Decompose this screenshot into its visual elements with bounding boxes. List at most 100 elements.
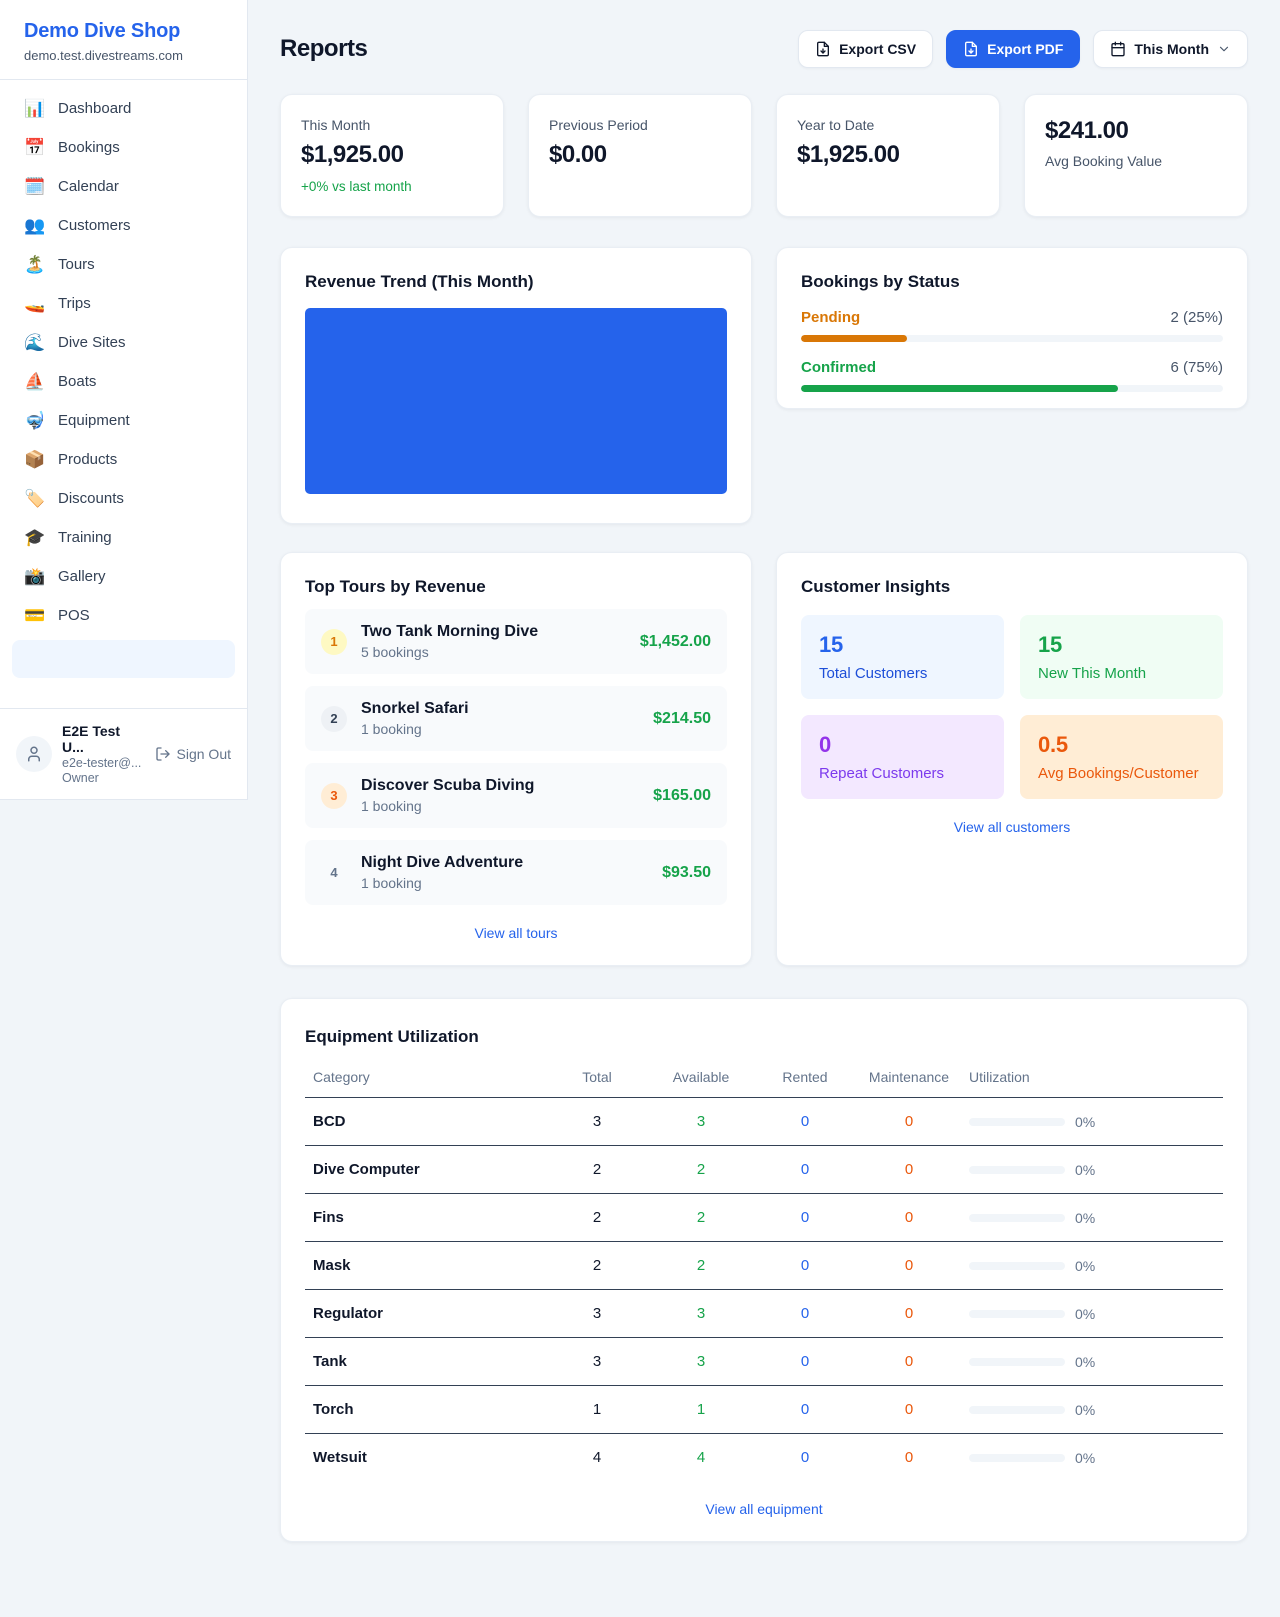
cell-maintenance: 0: [857, 1194, 961, 1242]
view-all-equipment-link[interactable]: View all equipment: [305, 1501, 1223, 1517]
cell-rented: 0: [753, 1242, 857, 1290]
tour-row: 2 Snorkel Safari1 booking $214.50: [305, 686, 727, 751]
sidebar-item-equipment[interactable]: 🤿Equipment: [12, 402, 235, 439]
sidebar-item-calendar[interactable]: 🗓️Calendar: [12, 168, 235, 205]
rank-badge: 1: [321, 629, 347, 655]
tile-avg-bookings-customer: 0.5 Avg Bookings/Customer: [1020, 715, 1223, 799]
status-label: Confirmed: [801, 359, 876, 376]
card-title: Customer Insights: [801, 577, 1223, 597]
sidebar-item-bookings[interactable]: 📅Bookings: [12, 129, 235, 166]
cell-maintenance: 0: [857, 1386, 961, 1434]
cell-maintenance: 0: [857, 1338, 961, 1386]
sidebar-item-label: Boats: [58, 373, 96, 390]
sidebar-nav: 📊Dashboard 📅Bookings 🗓️Calendar 👥Custome…: [0, 80, 247, 708]
sidebar-item-tours[interactable]: 🏝️Tours: [12, 246, 235, 283]
stats-row: This Month $1,925.00 +0% vs last month P…: [280, 94, 1248, 217]
rank-badge: 3: [321, 783, 347, 809]
cell-available: 2: [649, 1146, 753, 1194]
cell-available: 2: [649, 1242, 753, 1290]
sidebar-item-label: Tours: [58, 256, 95, 273]
revenue-trend-card: Revenue Trend (This Month): [280, 247, 752, 524]
diving-mask-icon: 🤿: [24, 412, 46, 429]
sidebar-item-pos[interactable]: 💳POS: [12, 597, 235, 634]
table-row: Wetsuit 4 4 0 0 0%: [305, 1434, 1223, 1482]
sidebar-item-discounts[interactable]: 🏷️Discounts: [12, 480, 235, 517]
stat-value: $1,925.00: [797, 141, 979, 169]
bar-chart-icon: 📊: [24, 100, 46, 117]
export-csv-button[interactable]: Export CSV: [798, 30, 933, 68]
sidebar-item-trips[interactable]: 🚤Trips: [12, 285, 235, 322]
sidebar-item-boats[interactable]: ⛵Boats: [12, 363, 235, 400]
file-download-icon: [815, 41, 831, 57]
status-row-confirmed: Confirmed 6 (75%): [801, 359, 1223, 392]
cell-rented: 0: [753, 1146, 857, 1194]
main-content: Reports Export CSV Export PDF This Month…: [248, 0, 1280, 1617]
stat-card-year-to-date: Year to Date $1,925.00: [776, 94, 1000, 217]
view-all-customers-link[interactable]: View all customers: [801, 819, 1223, 835]
table-row: Regulator 3 3 0 0 0%: [305, 1290, 1223, 1338]
cell-category: Tank: [305, 1338, 545, 1386]
cell-available: 3: [649, 1338, 753, 1386]
stat-value: $241.00: [1045, 117, 1227, 145]
utilization-bar: [969, 1118, 1065, 1126]
tour-bookings: 1 booking: [361, 875, 648, 891]
utilization-bar: [969, 1166, 1065, 1174]
tile-repeat-customers: 0 Repeat Customers: [801, 715, 1004, 799]
user-footer: E2E Test U... e2e-tester@... Owner Sign …: [0, 708, 247, 799]
tile-label: New This Month: [1038, 665, 1205, 682]
wave-icon: 🌊: [24, 334, 46, 351]
cell-category: Fins: [305, 1194, 545, 1242]
cell-total: 2: [545, 1194, 649, 1242]
utilization-bar: [969, 1310, 1065, 1318]
tile-label: Avg Bookings/Customer: [1038, 765, 1205, 782]
cell-maintenance: 0: [857, 1098, 961, 1146]
sidebar-item-active-partial[interactable]: [12, 640, 235, 678]
cell-total: 3: [545, 1098, 649, 1146]
progress-fill: [801, 385, 1118, 392]
sidebar-item-dive-sites[interactable]: 🌊Dive Sites: [12, 324, 235, 361]
cell-rented: 0: [753, 1338, 857, 1386]
sidebar-item-gallery[interactable]: 📸Gallery: [12, 558, 235, 595]
sign-out-button[interactable]: Sign Out: [155, 746, 231, 762]
tour-revenue: $165.00: [653, 787, 711, 805]
page-title: Reports: [280, 35, 367, 63]
sidebar-item-training[interactable]: 🎓Training: [12, 519, 235, 556]
sidebar-item-products[interactable]: 📦Products: [12, 441, 235, 478]
tour-revenue: $1,452.00: [640, 633, 711, 651]
sign-out-label: Sign Out: [177, 746, 231, 762]
cell-total: 4: [545, 1434, 649, 1482]
stat-card-this-month: This Month $1,925.00 +0% vs last month: [280, 94, 504, 217]
top-tours-card: Top Tours by Revenue 1 Two Tank Morning …: [280, 552, 752, 966]
cell-available: 3: [649, 1290, 753, 1338]
tour-bookings: 1 booking: [361, 798, 639, 814]
card-title: Top Tours by Revenue: [305, 577, 727, 597]
table-row: Mask 2 2 0 0 0%: [305, 1242, 1223, 1290]
chevron-down-icon: [1217, 42, 1231, 56]
table-row: Fins 2 2 0 0 0%: [305, 1194, 1223, 1242]
shop-name: Demo Dive Shop: [24, 20, 223, 43]
stat-card-previous-period: Previous Period $0.00: [528, 94, 752, 217]
spiral-calendar-icon: 🗓️: [24, 178, 46, 195]
tile-new-this-month: 15 New This Month: [1020, 615, 1223, 699]
tile-label: Total Customers: [819, 665, 986, 682]
cell-rented: 0: [753, 1386, 857, 1434]
graduation-cap-icon: 🎓: [24, 529, 46, 546]
export-pdf-button[interactable]: Export PDF: [946, 30, 1080, 68]
cell-available: 2: [649, 1194, 753, 1242]
utilization-value: 0%: [1075, 1354, 1095, 1370]
period-select-button[interactable]: This Month: [1093, 30, 1248, 68]
package-icon: 📦: [24, 451, 46, 468]
view-all-tours-link[interactable]: View all tours: [305, 925, 727, 941]
insights-row: Top Tours by Revenue 1 Two Tank Morning …: [280, 552, 1248, 966]
status-label: Pending: [801, 309, 860, 326]
utilization-value: 0%: [1075, 1210, 1095, 1226]
user-meta: E2E Test U... e2e-tester@... Owner: [62, 723, 145, 785]
card-title: Bookings by Status: [801, 272, 1223, 292]
sidebar-item-dashboard[interactable]: 📊Dashboard: [12, 90, 235, 127]
sidebar-item-customers[interactable]: 👥Customers: [12, 207, 235, 244]
progress-fill: [801, 335, 907, 342]
tour-bookings: 1 booking: [361, 721, 639, 737]
sidebar-item-label: Gallery: [58, 568, 106, 585]
card-title: Revenue Trend (This Month): [305, 272, 727, 292]
cell-total: 3: [545, 1290, 649, 1338]
